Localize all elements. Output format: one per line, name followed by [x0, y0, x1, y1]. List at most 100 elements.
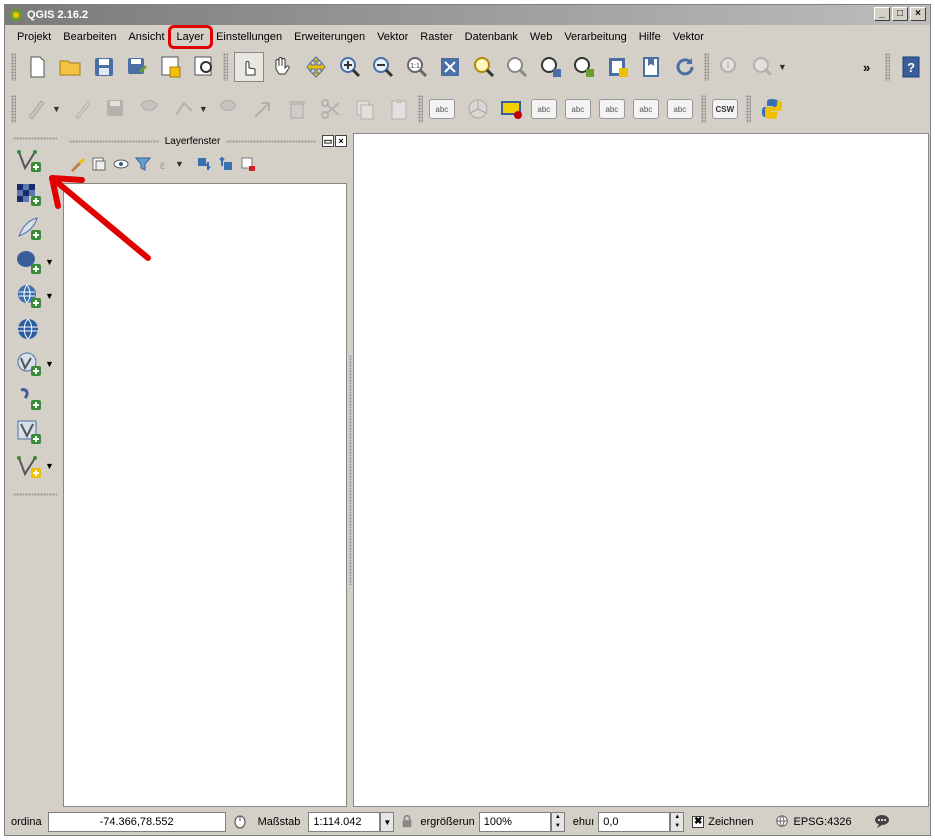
- maximize-button[interactable]: □: [892, 7, 908, 21]
- toolbar-grip[interactable]: [223, 53, 229, 81]
- zoom-native-button[interactable]: 1:1: [402, 52, 432, 82]
- paste-features-button[interactable]: [384, 94, 414, 124]
- touch-zoom-pan-button[interactable]: [234, 52, 264, 82]
- filter-legend-button[interactable]: [134, 156, 152, 172]
- zoom-out-button[interactable]: [368, 52, 398, 82]
- composer-manager-button[interactable]: [190, 52, 220, 82]
- highlight-pinned-labels-button[interactable]: [497, 94, 527, 124]
- python-console-button[interactable]: [757, 94, 787, 124]
- csw-button[interactable]: CSW: [711, 99, 738, 119]
- new-bookmark-button[interactable]: [637, 52, 667, 82]
- add-group-button[interactable]: [91, 156, 107, 172]
- menu-ansicht[interactable]: Ansicht: [122, 28, 170, 46]
- chevron-down-icon[interactable]: ▼: [175, 159, 184, 169]
- menu-hilfe[interactable]: Hilfe: [633, 28, 667, 46]
- chevron-down-icon[interactable]: ▼: [45, 461, 54, 471]
- lock-scale-button[interactable]: [400, 814, 414, 831]
- chevron-down-icon[interactable]: ▼: [199, 104, 208, 114]
- pan-map-button[interactable]: [268, 52, 298, 82]
- zoom-in-button[interactable]: [335, 52, 365, 82]
- layer-tree[interactable]: [63, 183, 347, 807]
- help-button[interactable]: ?: [896, 52, 926, 82]
- style-manager-button[interactable]: [69, 156, 85, 172]
- current-edits-button[interactable]: [22, 94, 52, 124]
- rotate-label-button[interactable]: abc: [632, 99, 659, 119]
- rotation-spinner[interactable]: ▲ ▼: [670, 812, 685, 832]
- delete-selected-button[interactable]: [248, 94, 278, 124]
- magnifier-field[interactable]: 100%: [478, 812, 551, 832]
- new-shapefile-layer-button[interactable]: ▼: [11, 449, 55, 483]
- add-vector-layer-button[interactable]: [11, 143, 55, 177]
- toolbar-grip[interactable]: [745, 95, 751, 123]
- expand-all-button[interactable]: [196, 156, 212, 172]
- rotation-field[interactable]: 0,0: [598, 812, 671, 832]
- panel-splitter[interactable]: [349, 355, 352, 585]
- close-panel-button[interactable]: ×: [335, 135, 347, 147]
- zoom-next-button[interactable]: [570, 52, 600, 82]
- menu-bearbeiten[interactable]: Bearbeiten: [57, 28, 122, 46]
- move-feature-button[interactable]: [169, 94, 199, 124]
- sidebar-grip[interactable]: [13, 493, 57, 496]
- menu-erweiterungen[interactable]: Erweiterungen: [288, 28, 371, 46]
- add-wcs-layer-button[interactable]: [11, 313, 55, 347]
- chevron-down-icon[interactable]: ▼: [45, 291, 54, 301]
- label-toolbar-button[interactable]: abc: [428, 99, 455, 119]
- diagram-button[interactable]: [463, 94, 493, 124]
- new-map-view-button[interactable]: [603, 52, 633, 82]
- toggle-editing-button[interactable]: [67, 94, 97, 124]
- crs-globe-icon[interactable]: [775, 814, 789, 831]
- menu-verarbeitung[interactable]: Verarbeitung: [558, 28, 632, 46]
- save-as-button[interactable]: [123, 52, 153, 82]
- crs-label[interactable]: EPSG:4326: [793, 816, 851, 828]
- identify-features-button[interactable]: i: [715, 52, 745, 82]
- menu-web[interactable]: Web: [524, 28, 558, 46]
- change-label-button[interactable]: abc: [666, 99, 693, 119]
- cut-features-button[interactable]: [316, 94, 346, 124]
- add-spatialite-layer-button[interactable]: [11, 381, 55, 415]
- scale-dropdown-button[interactable]: ▼: [380, 812, 395, 832]
- collapse-all-button[interactable]: [218, 156, 234, 172]
- close-button[interactable]: ×: [910, 7, 926, 21]
- zoom-to-layer-button[interactable]: [503, 52, 533, 82]
- magnifier-spinner[interactable]: ▲ ▼: [550, 812, 565, 832]
- toolbar-grip[interactable]: [11, 53, 16, 81]
- add-postgis-layer-button[interactable]: ▼: [11, 245, 55, 279]
- new-print-composer-button[interactable]: [156, 52, 186, 82]
- sidebar-grip[interactable]: [13, 137, 57, 140]
- toolbar-grip[interactable]: [703, 53, 709, 81]
- menu-vektor[interactable]: Vektor: [371, 28, 414, 46]
- layer-panel-titlebar[interactable]: Layerfenster ▭ ×: [63, 133, 347, 149]
- toolbar-grip[interactable]: [11, 95, 16, 123]
- toolbar-overflow-button[interactable]: »: [852, 52, 882, 82]
- move-label-button[interactable]: abc: [598, 99, 625, 119]
- add-wms-layer-button[interactable]: ▼: [11, 279, 55, 313]
- toolbar-grip[interactable]: [885, 53, 891, 81]
- add-delimited-text-layer-button[interactable]: [11, 211, 55, 245]
- add-wfs-layer-button[interactable]: ▼: [11, 347, 55, 381]
- save-project-button[interactable]: [89, 52, 119, 82]
- copy-features-button[interactable]: [350, 94, 380, 124]
- menu-raster[interactable]: Raster: [414, 28, 458, 46]
- trash-button[interactable]: [282, 94, 312, 124]
- zoom-full-button[interactable]: [435, 52, 465, 82]
- messages-button[interactable]: [874, 813, 890, 832]
- menu-projekt[interactable]: Projekt: [11, 28, 57, 46]
- manage-visibility-button[interactable]: [113, 156, 129, 172]
- new-project-button[interactable]: [22, 52, 52, 82]
- render-checkbox[interactable]: ✖: [692, 816, 705, 828]
- filter-expression-button[interactable]: ε: [157, 156, 173, 172]
- menu-layer[interactable]: Layer: [167, 25, 214, 49]
- add-raster-layer-button[interactable]: [11, 177, 55, 211]
- node-tool-button[interactable]: [214, 94, 244, 124]
- scale-combobox[interactable]: 1:114.042: [308, 812, 381, 832]
- toolbar-grip[interactable]: [700, 95, 706, 123]
- select-features-button[interactable]: [748, 52, 778, 82]
- menu-einstellungen[interactable]: Einstellungen: [210, 28, 288, 46]
- add-feature-button[interactable]: [135, 94, 165, 124]
- show-hide-labels-button[interactable]: abc: [564, 99, 591, 119]
- zoom-last-button[interactable]: [536, 52, 566, 82]
- coordinate-field[interactable]: -74.366,78.552: [47, 812, 226, 832]
- chevron-down-icon[interactable]: ▼: [45, 359, 54, 369]
- pan-to-selection-button[interactable]: [301, 52, 331, 82]
- chevron-down-icon[interactable]: ▼: [52, 104, 61, 114]
